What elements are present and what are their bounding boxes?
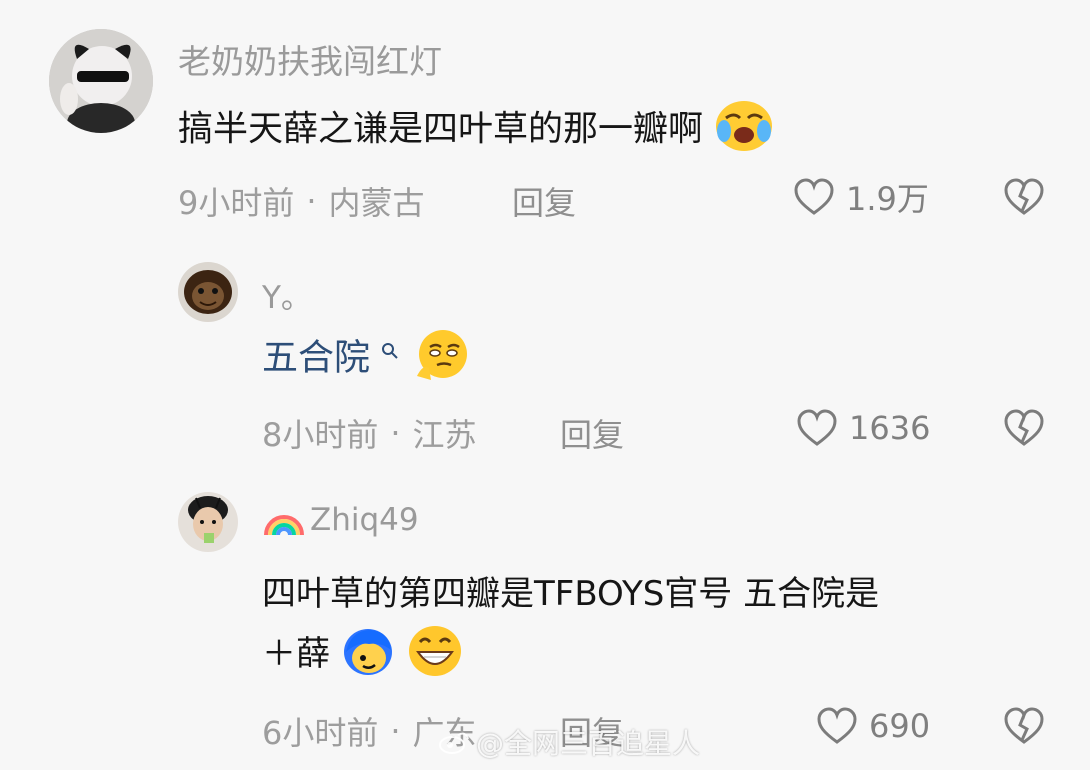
separator: · [306, 182, 317, 220]
watermark-text: @全网三百追星人 [476, 727, 701, 760]
avatar[interactable] [49, 29, 153, 133]
crying-face-emoji [714, 100, 774, 161]
broken-heart-icon [1002, 409, 1046, 454]
username[interactable]: Zhiq49 [262, 502, 419, 538]
reply-button[interactable]: 回复 [512, 178, 576, 224]
dislike-button[interactable] [1002, 406, 1046, 454]
comment-meta: 9小时前 · 内蒙古 [178, 178, 425, 224]
username-text: Zhiq49 [310, 502, 419, 538]
comment-text-line-1: 四叶草的第四瓣是TFBOYS官号 五合院是 [262, 574, 880, 614]
dislike-button[interactable] [1002, 704, 1046, 752]
like-button[interactable]: 690 [815, 704, 930, 748]
separator: · [390, 712, 401, 750]
timestamp: 6小时前 [262, 714, 379, 752]
heart-outline-icon [815, 704, 859, 748]
location: 内蒙古 [328, 184, 425, 222]
like-count: 1636 [849, 409, 931, 447]
dislike-button[interactable] [1002, 175, 1046, 223]
like-button[interactable]: 1636 [795, 406, 930, 450]
timestamp: 9小时前 [178, 184, 295, 222]
thinking-face-emoji [411, 328, 471, 391]
comment-body: ＋薛 [262, 634, 330, 674]
like-button[interactable]: 1.9万 [792, 174, 929, 220]
location: 江苏 [412, 416, 477, 454]
broken-heart-icon [1002, 707, 1046, 752]
topic-link[interactable]: 五合院 [262, 338, 370, 379]
avatar[interactable] [178, 262, 238, 322]
rainbow-icon [262, 503, 306, 537]
heart-outline-icon [795, 406, 839, 450]
comment-meta: 8小时前 · 江苏 [262, 410, 477, 456]
avatar[interactable] [178, 492, 238, 552]
username[interactable]: 老奶奶扶我闯红灯 [178, 35, 442, 83]
weibo-logo-icon [438, 728, 470, 756]
reply-button[interactable]: 回复 [560, 410, 624, 456]
like-count: 1.9万 [846, 180, 929, 218]
timestamp: 8小时前 [262, 416, 379, 454]
username[interactable]: Y。 [262, 272, 312, 317]
separator: · [390, 414, 401, 452]
grinning-face-emoji [406, 624, 464, 687]
search-icon [381, 328, 399, 369]
comment-text-line-2: ＋薛 [262, 624, 464, 687]
comment-text: 五合院 [262, 328, 471, 391]
heart-outline-icon [792, 175, 836, 219]
broken-heart-icon [1002, 178, 1046, 223]
like-count: 690 [869, 707, 931, 745]
blue-hair-character-emoji [341, 624, 395, 687]
comment-text: 搞半天薛之谦是四叶草的那一瓣啊 [178, 100, 774, 161]
watermark: @全网三百追星人 [438, 722, 700, 762]
comment-body: 搞半天薛之谦是四叶草的那一瓣啊 [178, 109, 704, 150]
